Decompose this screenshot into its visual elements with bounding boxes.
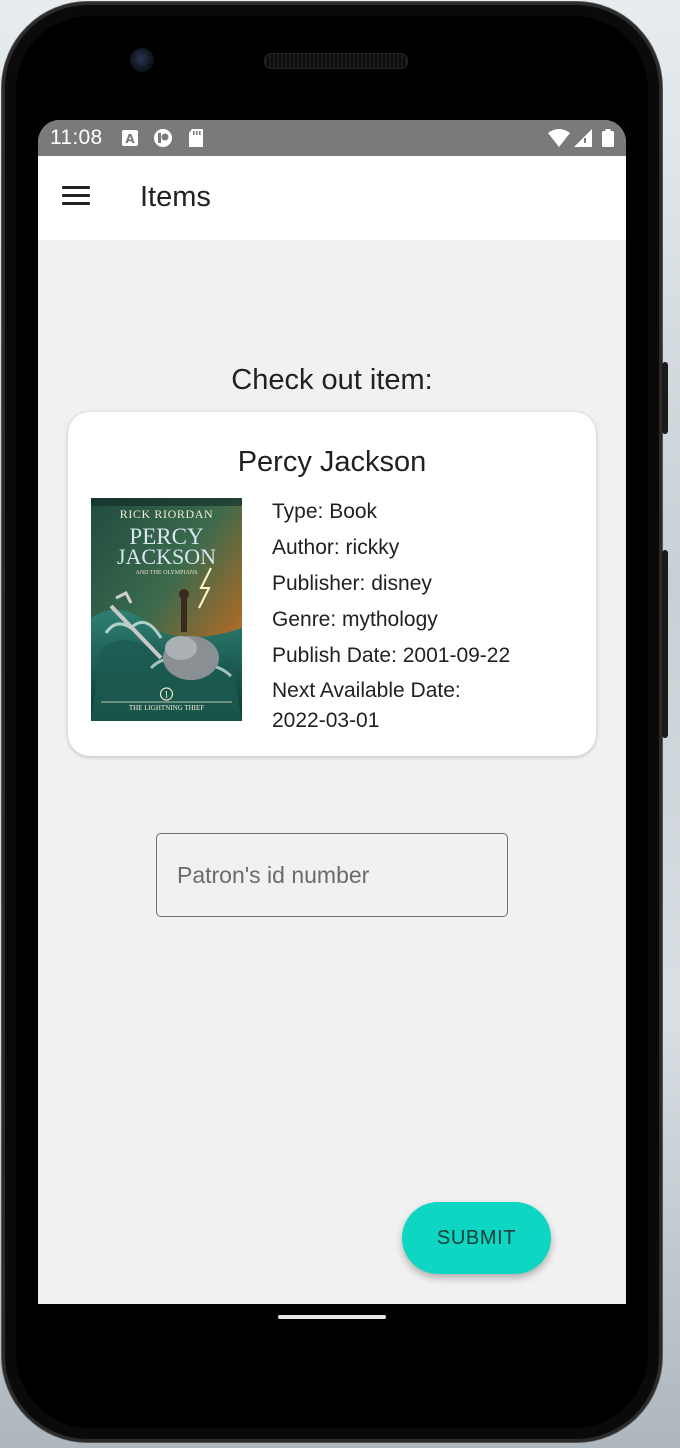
front-camera	[130, 48, 154, 72]
item-type: Type: Book	[272, 500, 378, 523]
cell-signal-icon	[574, 129, 592, 147]
item-publish-date: Publish Date: 2001-09-22	[272, 644, 511, 667]
item-genre: Genre: mythology	[272, 608, 438, 631]
status-time: 11:08	[50, 126, 103, 149]
font-icon: A	[122, 130, 138, 146]
page-title: Items	[140, 181, 211, 213]
cover-subtitle: AND THE OLYMPIANS	[136, 570, 198, 576]
svg-text:A: A	[125, 132, 135, 146]
sd-card-icon	[189, 129, 203, 147]
power-button	[662, 362, 668, 434]
wifi-icon	[548, 129, 570, 147]
item-publisher: Publisher: disney	[272, 572, 432, 595]
item-card: Percy Jackson RICK RIORDAN PERCY JACKSON…	[68, 412, 596, 756]
app-screen: 11:08 A Items Check out item: Percy Jack…	[38, 120, 626, 1304]
home-gesture-bar[interactable]	[278, 1315, 386, 1319]
item-details: Type: Book Author: rickky Publisher: dis…	[272, 494, 572, 736]
cover-title-line2: JACKSON	[117, 544, 216, 569]
section-title: Check out item:	[231, 364, 433, 396]
item-title: Percy Jackson	[237, 446, 427, 478]
app-bar: Items	[38, 156, 626, 240]
cover-author-text: RICK RIORDAN	[120, 507, 214, 521]
submit-button[interactable]: SUBMIT	[402, 1202, 551, 1274]
item-author: Author: rickky	[272, 536, 400, 559]
earpiece-speaker	[264, 53, 408, 69]
book-cover-image: RICK RIORDAN PERCY JACKSON AND THE OLYMP…	[91, 498, 242, 721]
cover-book-title: THE LIGHTNING THIEF	[129, 704, 204, 712]
patron-id-input[interactable]	[156, 833, 508, 917]
volume-button	[662, 550, 668, 738]
cover-book-number: 1	[164, 690, 169, 700]
battery-icon	[602, 129, 614, 147]
phone-frame: 11:08 A Items Check out item: Percy Jack…	[2, 2, 668, 1442]
item-next-available-date: Next Available Date: 2022-03-01	[272, 679, 461, 732]
app-notification-icon	[154, 129, 172, 147]
status-bar: 11:08 A	[38, 120, 626, 156]
hamburger-menu-icon[interactable]	[62, 186, 90, 208]
